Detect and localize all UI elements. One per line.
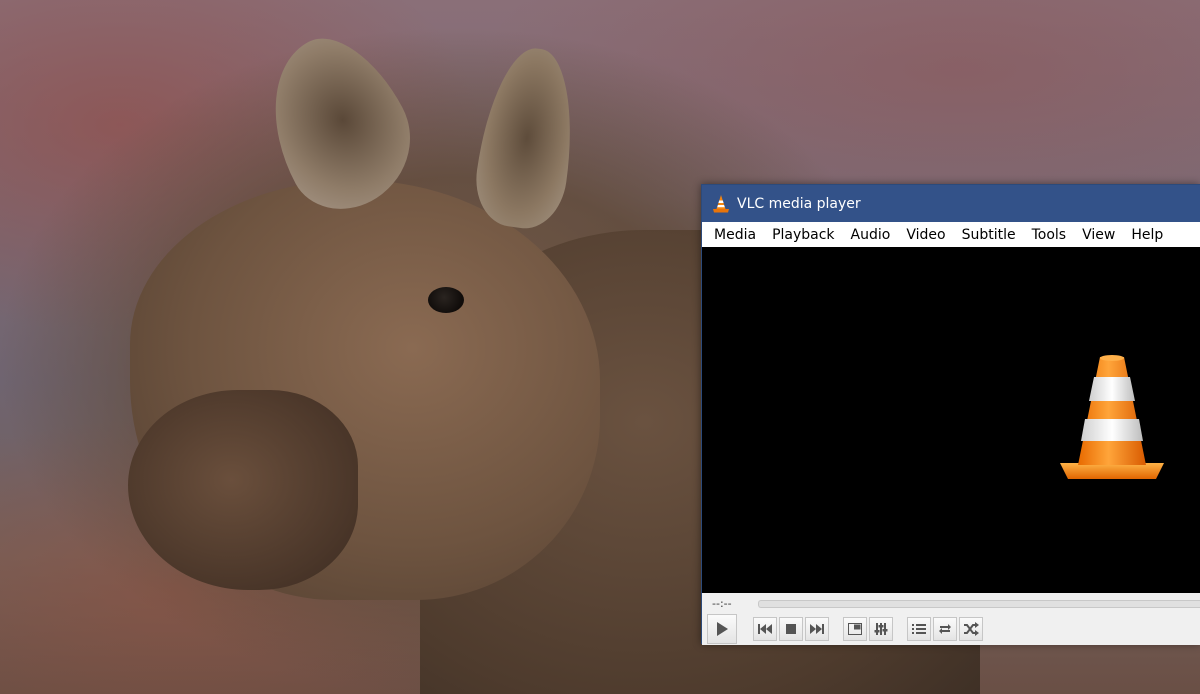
wallpaper-moose-snout bbox=[128, 390, 358, 590]
menu-video[interactable]: Video bbox=[898, 224, 953, 246]
menu-help[interactable]: Help bbox=[1123, 224, 1171, 246]
menu-view[interactable]: View bbox=[1074, 224, 1123, 246]
stop-icon bbox=[786, 624, 796, 634]
menu-tools[interactable]: Tools bbox=[1024, 224, 1075, 246]
seek-row: --:-- bbox=[702, 593, 1200, 613]
vlc-window: VLC media player Media Playback Audio Vi… bbox=[701, 184, 1200, 645]
playlist-icon bbox=[912, 624, 926, 634]
play-icon bbox=[717, 622, 728, 636]
seek-slider[interactable] bbox=[758, 599, 1200, 608]
previous-button[interactable] bbox=[753, 617, 777, 641]
shuffle-icon bbox=[964, 622, 979, 636]
shuffle-button[interactable] bbox=[959, 617, 983, 641]
menu-bar: Media Playback Audio Video Subtitle Tool… bbox=[702, 222, 1200, 247]
menu-media[interactable]: Media bbox=[706, 224, 764, 246]
vlc-cone-logo-icon bbox=[1060, 355, 1164, 479]
skip-next-icon bbox=[810, 624, 824, 634]
skip-previous-icon bbox=[758, 624, 772, 634]
equalizer-icon bbox=[874, 623, 888, 635]
playback-controls bbox=[702, 613, 1200, 645]
window-title: VLC media player bbox=[737, 195, 861, 212]
fullscreen-icon bbox=[848, 623, 862, 635]
vlc-cone-icon bbox=[713, 194, 729, 212]
elapsed-time: --:-- bbox=[712, 596, 732, 610]
playlist-button[interactable] bbox=[907, 617, 931, 641]
next-button[interactable] bbox=[805, 617, 829, 641]
extended-settings-button[interactable] bbox=[869, 617, 893, 641]
menu-audio[interactable]: Audio bbox=[843, 224, 899, 246]
loop-icon bbox=[939, 624, 951, 634]
desktop-wallpaper: VLC media player Media Playback Audio Vi… bbox=[0, 0, 1200, 694]
menu-playback[interactable]: Playback bbox=[764, 224, 842, 246]
wallpaper-moose-eye bbox=[428, 287, 464, 313]
video-display[interactable] bbox=[702, 247, 1200, 593]
loop-button[interactable] bbox=[933, 617, 957, 641]
play-button[interactable] bbox=[707, 614, 737, 644]
fullscreen-button[interactable] bbox=[843, 617, 867, 641]
menu-subtitle[interactable]: Subtitle bbox=[954, 224, 1024, 246]
wallpaper-moose-ear bbox=[469, 42, 585, 234]
title-bar[interactable]: VLC media player bbox=[702, 185, 1200, 222]
stop-button[interactable] bbox=[779, 617, 803, 641]
